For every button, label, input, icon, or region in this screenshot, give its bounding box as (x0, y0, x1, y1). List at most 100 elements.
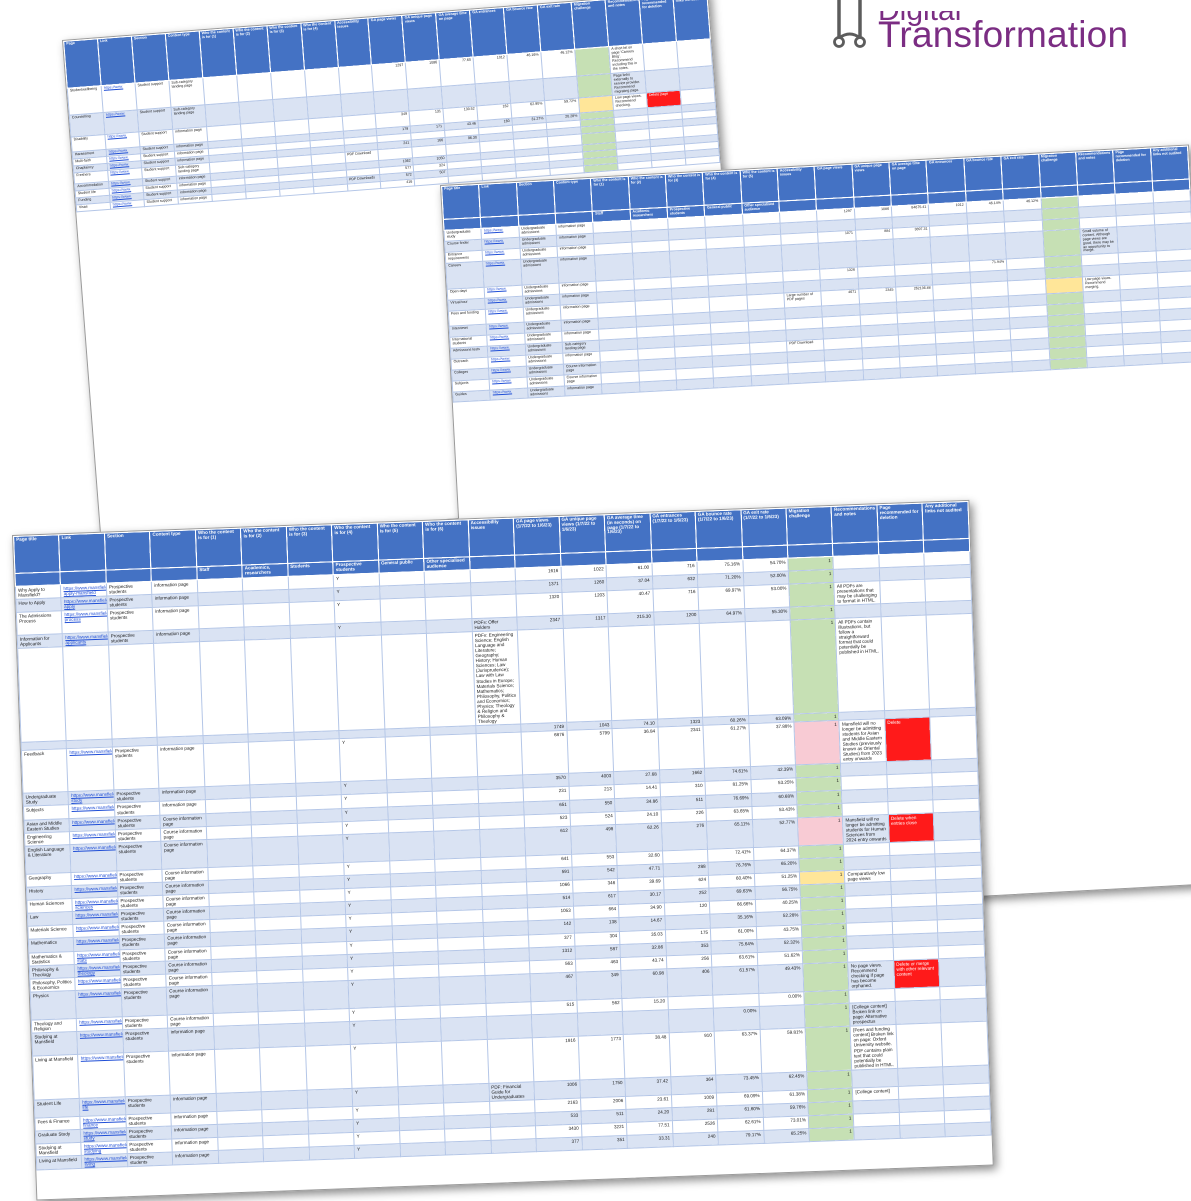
column-header: Who the content is for (3) (286, 524, 333, 564)
table-cell (862, 367, 901, 381)
table-cell (608, 625, 658, 721)
table-cell: 5799 (566, 728, 614, 774)
table-cell (855, 238, 895, 268)
column-header: Page (63, 38, 102, 89)
table-cell (294, 738, 342, 784)
table-cell (396, 1041, 444, 1087)
table-cell (441, 83, 478, 109)
page-link[interactable]: https://www. (101, 83, 137, 113)
table-cell (302, 980, 350, 1011)
table-cell (895, 999, 942, 1025)
page-link[interactable]: https://www.mansfield.ox.ac.uk/admission… (61, 608, 109, 634)
table-cell: Small volume of content. Although page v… (1079, 226, 1119, 256)
table-cell: Undergraduate admissions (520, 256, 560, 286)
column-header: GA page views (814, 164, 854, 200)
page-link[interactable]: https://www.mansfield.ox.ac.uk/graduate-… (81, 1153, 128, 1169)
table-cell (426, 631, 476, 728)
table-cell: 416 (380, 178, 416, 189)
table-cell (622, 1009, 669, 1035)
page-link[interactable]: https://www.mansfield.ox.ac.uk/student-l… (79, 1096, 126, 1117)
table-cell: information page (168, 1026, 215, 1052)
column-header: Migration challenge (571, 0, 609, 50)
table-cell (297, 834, 345, 865)
table-cell: 73.45% (715, 1073, 762, 1093)
table-cell (395, 1018, 442, 1044)
column-header: Who the content is for (5) (739, 168, 779, 204)
column-header: GA average time (in seconds) on page (1/… (604, 513, 652, 552)
table-cell: information page (172, 1150, 219, 1166)
table-cell: 61.57% (711, 965, 759, 996)
table-cell: 612 (524, 825, 572, 856)
column-header: GA exit rate (537, 2, 575, 52)
page-link[interactable]: https://www. (103, 109, 139, 135)
table-cell (1116, 224, 1156, 254)
page-link[interactable]: https://www. (110, 199, 145, 210)
table-cell (667, 1008, 715, 1034)
table-cell: 1320 (516, 592, 563, 618)
table-cell (895, 1023, 943, 1069)
table-cell (407, 86, 444, 112)
table-cell: Student support (134, 80, 171, 110)
column-header: Page recommended for deletion (638, 0, 677, 44)
table-cell: Student support (143, 197, 179, 207)
table-cell (818, 240, 858, 270)
table-cell (335, 635, 385, 731)
table-cell: 351 (581, 1135, 628, 1151)
table-cell (245, 189, 280, 199)
column-header: Any additional links not audited (922, 501, 970, 541)
table-cell (443, 1083, 490, 1103)
table-cell (1086, 355, 1125, 369)
table-cell (393, 976, 441, 1007)
table-cell (346, 181, 382, 191)
table-cell: Prospective students (107, 607, 154, 633)
table-cell (941, 1021, 989, 1067)
table-cell (577, 1011, 624, 1037)
page-link[interactable]: https://www.mansfield.ox.ac.uk/feedback (66, 746, 114, 792)
column-header: Who the content is for (6) (422, 519, 470, 559)
table-cell (479, 827, 526, 858)
table-cell (676, 377, 715, 391)
table-cell: 40.47 (607, 588, 654, 614)
table-cell: Y (334, 598, 381, 624)
page-link[interactable]: https://www.mansfield.ox.ac.uk/english (70, 842, 117, 873)
table-cell: 62.45% (761, 1071, 808, 1092)
page-link[interactable]: https://www.mansfield.ox.ac.uk/studying (77, 1029, 124, 1055)
migration-cell: 1 (804, 1003, 851, 1029)
table-cell (940, 998, 987, 1024)
column-header: Who the content is for (1) (195, 528, 243, 567)
table-cell (288, 600, 336, 626)
table-cell (744, 620, 794, 716)
table-cell (257, 981, 304, 1012)
table-cell: 716 (652, 587, 699, 613)
column-header: Who the content is for (2) (232, 25, 271, 76)
column-header: Recommendations and notes (605, 0, 643, 47)
table-cell: 1916 (532, 1036, 580, 1082)
table-cell: Studentwellbeing (67, 85, 104, 115)
table-cell: 276 (661, 820, 708, 851)
column-header: Content type (553, 178, 593, 214)
page-link[interactable]: https://www. (489, 387, 528, 401)
table-cell (542, 75, 579, 102)
table-cell: information page (170, 1093, 217, 1113)
column-header: Who the content is for (4) (331, 523, 379, 562)
column-header: GA average time on page (435, 10, 474, 60)
table-cell (439, 975, 486, 1006)
table-cell (713, 375, 752, 389)
table-cell: 240 (672, 1132, 719, 1147)
table-cell (651, 158, 686, 168)
table-cell (379, 597, 427, 623)
table-cell: Prospective students (127, 1152, 174, 1167)
table-cell: 910 (668, 1031, 716, 1077)
page-link[interactable]: https://www. (483, 258, 522, 288)
table-cell: Y (348, 978, 395, 1009)
table-cell (441, 1039, 489, 1085)
column-header: Accessibility issues (467, 518, 515, 557)
migration-cell: 1 (808, 1127, 855, 1142)
table-cell (699, 621, 749, 718)
table-cell: information page (557, 254, 597, 284)
page-link[interactable]: https://www.mansfield.ox.ac.uk/living (78, 1053, 126, 1099)
table-cell (744, 244, 783, 274)
table-cell (594, 252, 634, 282)
page-link[interactable]: https://www.mansfield.ox.ac.uk/physics (75, 988, 123, 1019)
column-header: GA bounce rate (503, 4, 541, 55)
